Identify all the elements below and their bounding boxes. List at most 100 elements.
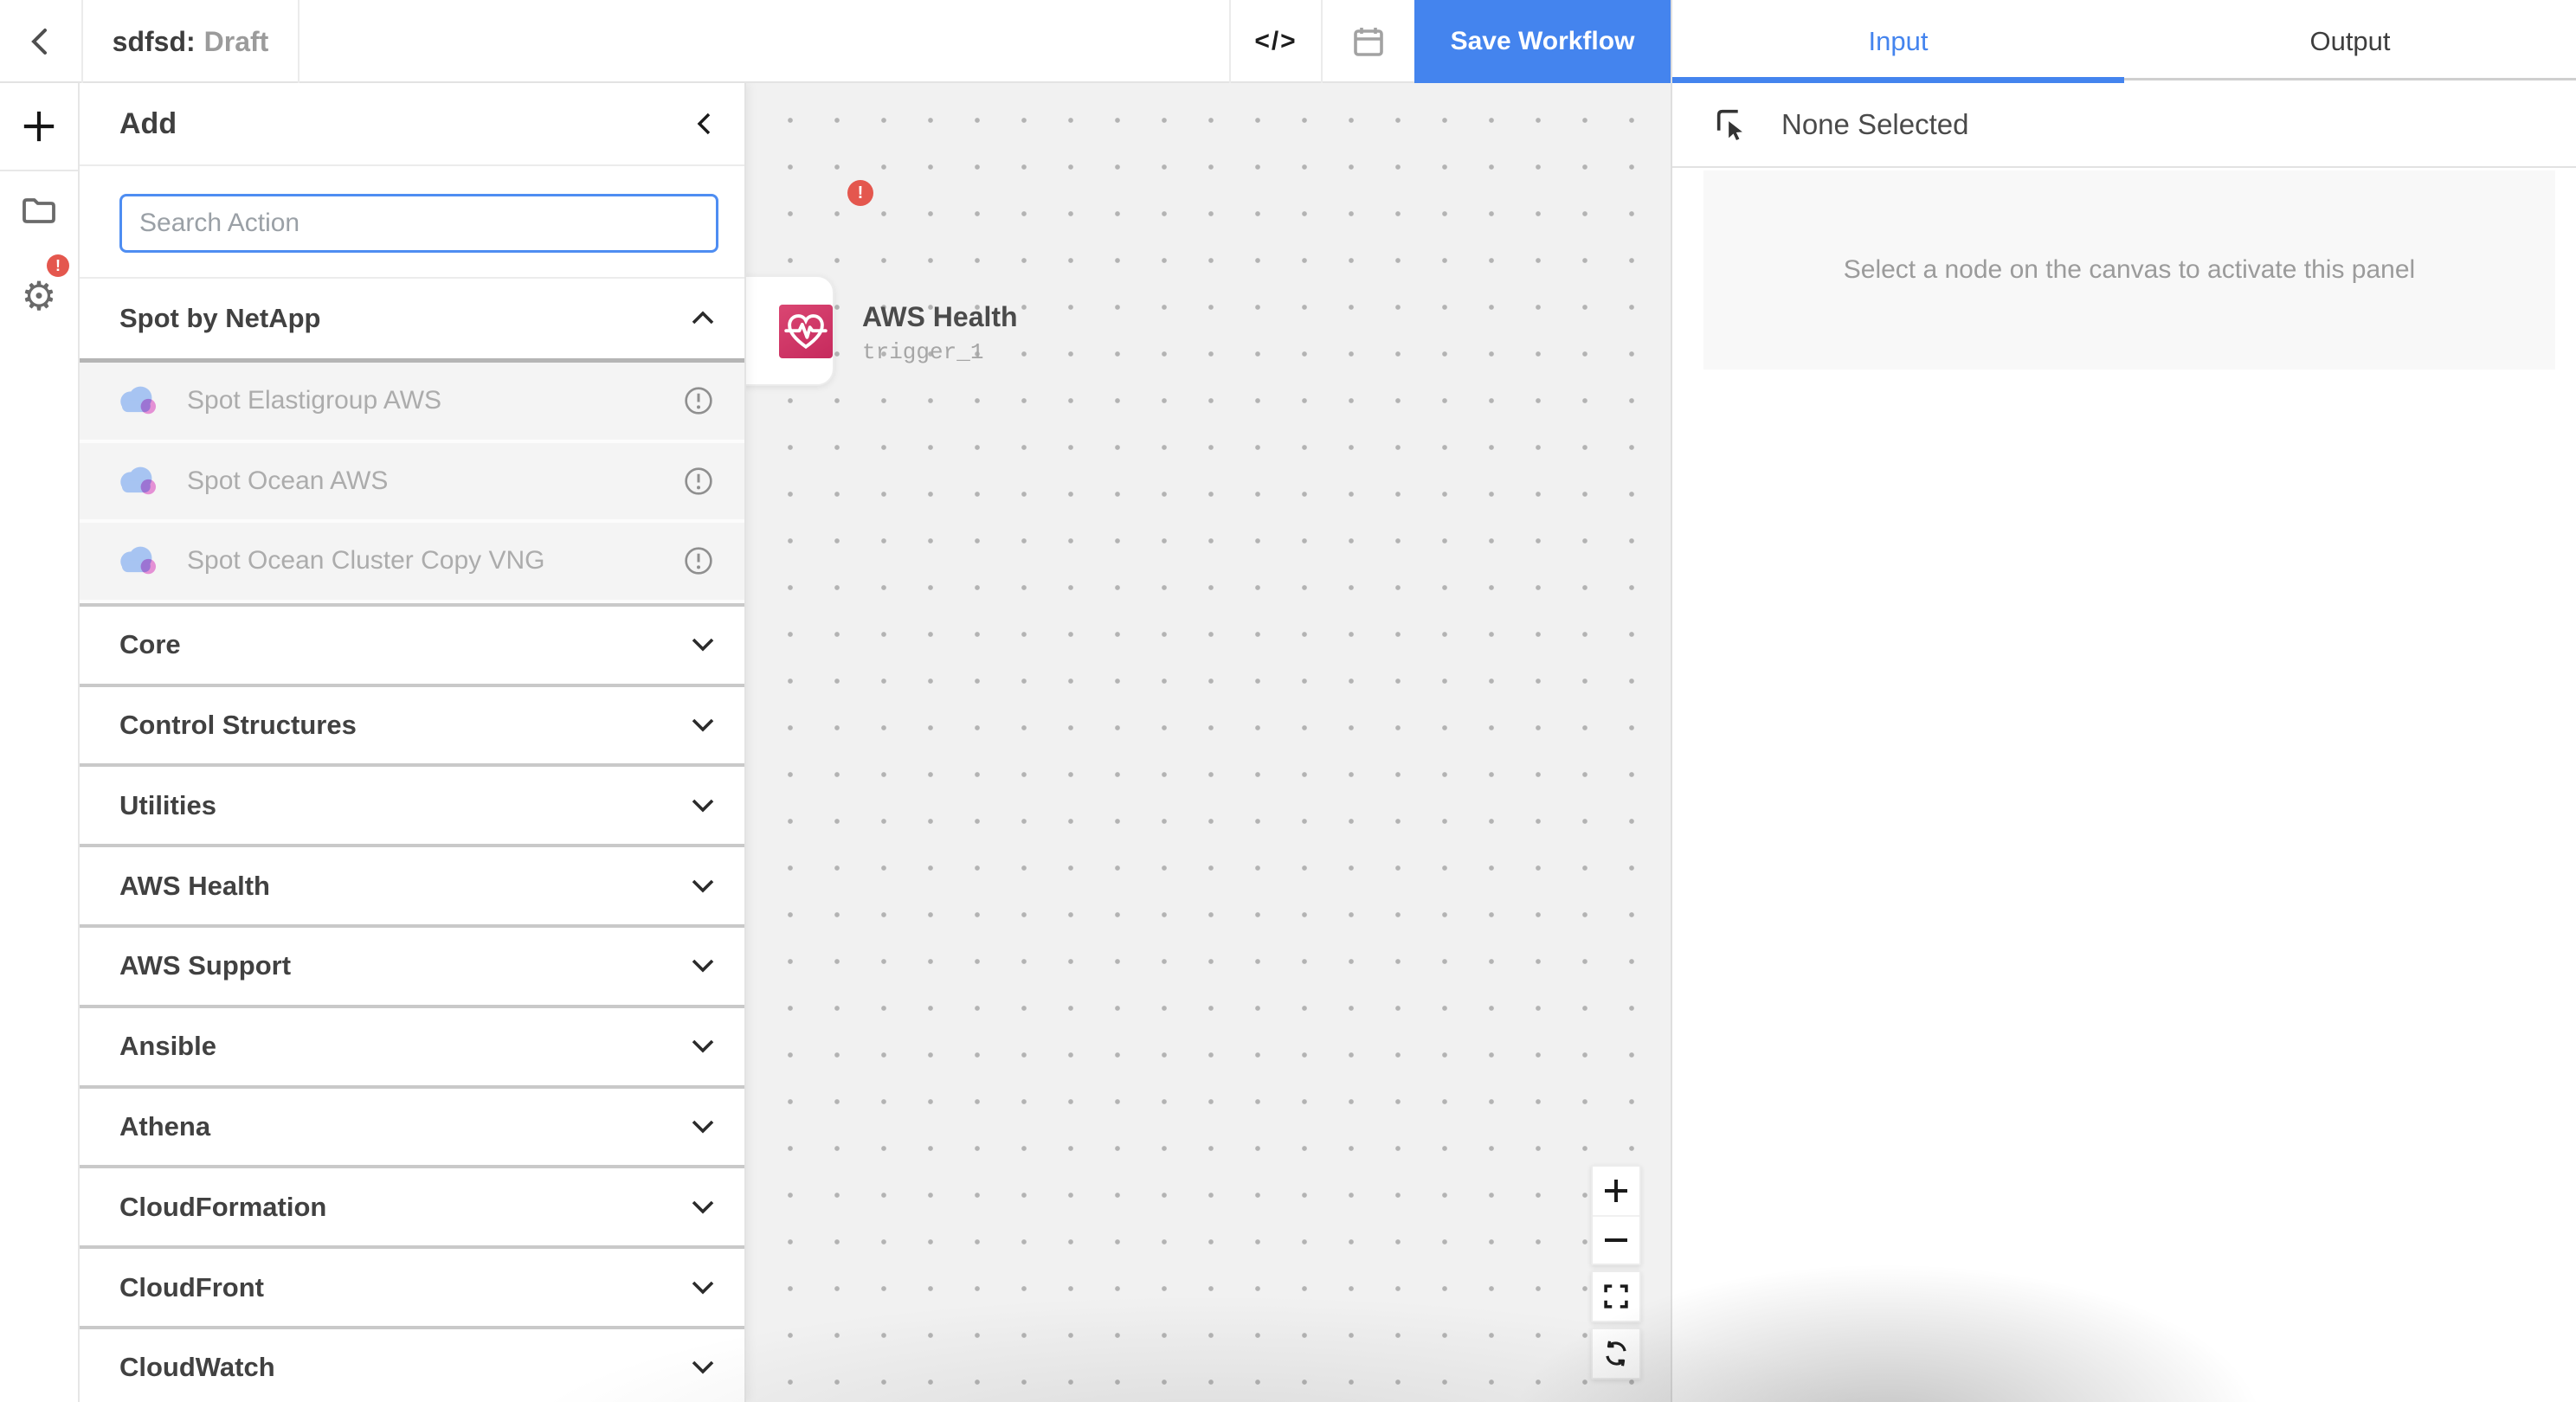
settings-alert-badge: !: [47, 254, 69, 277]
workflows-folder-button[interactable]: [0, 177, 78, 246]
node-subtitle: trigger_1: [862, 339, 983, 365]
category-header-spot-by-netapp[interactable]: Spot by NetApp: [80, 279, 744, 358]
canvas-controls: [1591, 1160, 1641, 1379]
chevron-down-icon: [691, 878, 715, 894]
gear-icon: ⚙: [21, 276, 56, 316]
workflow-name: sdfsd:: [113, 26, 196, 58]
category-label: AWS Health: [119, 871, 270, 902]
settings-button[interactable]: ⚙ !: [0, 261, 78, 331]
collapse-panel-button[interactable]: [691, 110, 717, 138]
section-core: Core: [80, 603, 744, 684]
category-header-aws-health[interactable]: AWS Health: [80, 844, 744, 924]
section-ansible: Ansible: [80, 1005, 744, 1085]
action-item-spot-elastigroup-aws[interactable]: Spot Elastigroup AWS: [80, 363, 744, 443]
category-header-cloudfront[interactable]: CloudFront: [80, 1245, 744, 1326]
tabs-divider: [2124, 78, 2576, 80]
category-header-control-structures[interactable]: Control Structures: [80, 684, 744, 764]
refresh-icon: [1601, 1339, 1631, 1368]
action-warning-icon: [684, 466, 713, 496]
inspector-panel: Input Output None Selected Select a node…: [1671, 0, 2576, 1402]
category-label: Athena: [119, 1111, 210, 1142]
trigger-node-card[interactable]: [746, 275, 834, 386]
warning-circle-icon: [684, 386, 713, 415]
chevron-down-icon: [691, 958, 715, 974]
panel-title: Add: [119, 107, 177, 141]
chevron-down-icon: [691, 1360, 715, 1375]
action-item-label: Spot Elastigroup AWS: [187, 386, 684, 415]
warning-circle-icon: [684, 546, 713, 576]
selection-status-label: None Selected: [1781, 108, 1968, 141]
section-aws-health: AWS Health: [80, 844, 744, 924]
chevron-down-icon: [691, 1280, 715, 1296]
category-label: Spot by NetApp: [119, 303, 321, 334]
rail-divider: [0, 170, 78, 171]
workflow-editor: sdfsd: Draft </> Save Workflow: [0, 0, 2576, 1402]
active-tab-underline: [1672, 77, 2124, 83]
schedule-button[interactable]: [1323, 0, 1414, 83]
plus-icon: [1602, 1177, 1630, 1205]
category-header-athena[interactable]: Athena: [80, 1085, 744, 1166]
code-view-button[interactable]: </>: [1229, 0, 1323, 83]
fullscreen-corners-icon: [1601, 1282, 1631, 1311]
category-label: Ansible: [119, 1031, 216, 1062]
section-utilities: Utilities: [80, 763, 744, 844]
select-cursor-icon: [1712, 105, 1752, 145]
category-header-aws-support[interactable]: AWS Support: [80, 924, 744, 1005]
chevron-left-icon: [691, 110, 717, 138]
selection-status-row: None Selected: [1672, 83, 2576, 168]
category-header-cloudformation[interactable]: CloudFormation: [80, 1165, 744, 1245]
chevron-down-icon: [691, 717, 715, 733]
action-item-spot-ocean-cluster-copy-vng[interactable]: Spot Ocean Cluster Copy VNG: [80, 523, 744, 603]
save-workflow-button[interactable]: Save Workflow: [1414, 0, 1671, 83]
chevron-left-icon: [20, 21, 61, 62]
zoom-out-button[interactable]: [1593, 1215, 1639, 1264]
inspector-empty-state: Select a node on the canvas to activate …: [1703, 170, 2555, 370]
workflow-title: sdfsd: Draft: [83, 0, 299, 83]
chevron-up-icon: [691, 311, 715, 326]
section-spot-by-netapp: Spot by NetApp Spot Elastigroup AWS Spot O…: [80, 279, 744, 603]
code-icon: </>: [1254, 27, 1297, 56]
action-category-list: Spot by NetApp Spot Elastigroup AWS Spot O…: [80, 279, 744, 1402]
new-workflow-button[interactable]: [0, 92, 78, 161]
workflow-canvas[interactable]: ! AWS Health trigger_1: [746, 83, 1671, 1402]
category-header-ansible[interactable]: Ansible: [80, 1005, 744, 1085]
tab-input[interactable]: Input: [1672, 0, 2124, 83]
category-header-utilities[interactable]: Utilities: [80, 763, 744, 844]
spot-cloud-icon: [118, 544, 158, 577]
folder-icon: [18, 190, 60, 232]
chevron-down-icon: [691, 1199, 715, 1215]
action-warning-icon: [684, 386, 713, 415]
inspector-tabs: Input Output: [1672, 0, 2576, 83]
zoom-in-button[interactable]: [1593, 1167, 1639, 1215]
category-header-core[interactable]: Core: [80, 603, 744, 684]
workflow-status: Draft: [204, 26, 269, 58]
aws-health-icon: [779, 305, 833, 358]
node-error-badge: !: [847, 180, 873, 206]
category-header-cloudwatch[interactable]: CloudWatch: [80, 1326, 744, 1402]
reset-view-button[interactable]: [1593, 1329, 1639, 1378]
spot-cloud-icon: [118, 465, 158, 498]
action-warning-icon: [684, 546, 713, 576]
category-label: CloudFront: [119, 1272, 264, 1303]
minus-icon: [1602, 1226, 1630, 1254]
calendar-icon: [1349, 23, 1388, 61]
chevron-down-icon: [691, 1119, 715, 1135]
chevron-down-icon: [691, 1039, 715, 1054]
search-input[interactable]: [119, 194, 718, 253]
action-item-label: Spot Ocean AWS: [187, 466, 684, 496]
search-container: [80, 166, 744, 279]
action-item-spot-ocean-aws[interactable]: Spot Ocean AWS: [80, 443, 744, 524]
section-control-structures: Control Structures: [80, 684, 744, 764]
fit-view-button[interactable]: [1593, 1272, 1639, 1321]
section-aws-support: AWS Support: [80, 924, 744, 1005]
back-button[interactable]: [0, 0, 83, 83]
warning-circle-icon: [684, 466, 713, 496]
category-label: Core: [119, 629, 181, 660]
section-cloudfront: CloudFront: [80, 1245, 744, 1326]
panel-header: Add: [80, 83, 744, 166]
tab-output[interactable]: Output: [2124, 0, 2576, 83]
chevron-down-icon: [691, 798, 715, 814]
category-label: Utilities: [119, 790, 216, 821]
plus-icon: [21, 108, 57, 145]
category-label: CloudWatch: [119, 1352, 275, 1383]
